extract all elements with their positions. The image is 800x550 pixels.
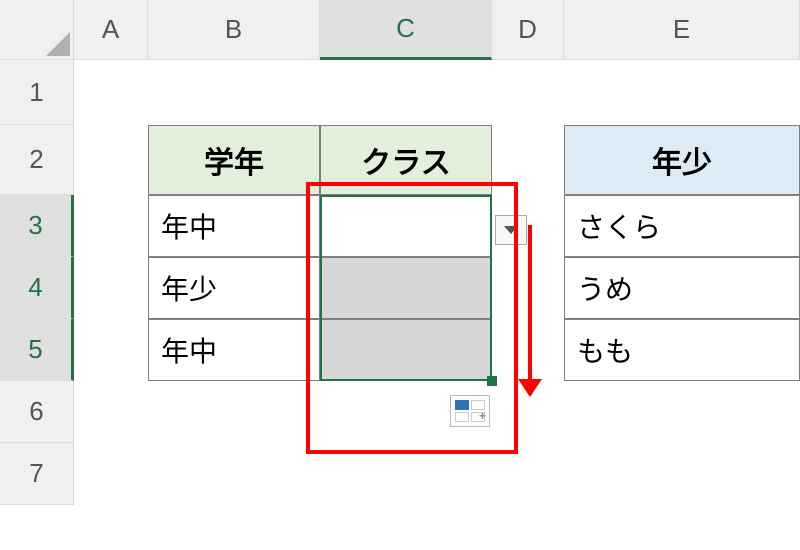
cell-B4[interactable]: 年少 <box>148 257 320 319</box>
cell-D4[interactable] <box>492 257 564 319</box>
autofill-options-button[interactable]: + <box>450 395 490 427</box>
cell-E1[interactable] <box>564 60 800 125</box>
cell-A1[interactable] <box>74 60 148 125</box>
cell-D6[interactable] <box>492 381 564 443</box>
row-header-5[interactable]: 5 <box>0 319 74 381</box>
cell-E6[interactable] <box>564 381 800 443</box>
cell-A4[interactable] <box>74 257 148 319</box>
cell-C3[interactable] <box>320 195 492 257</box>
cell-E5[interactable]: もも <box>564 319 800 381</box>
select-all-corner[interactable] <box>0 0 74 60</box>
cell-C7[interactable] <box>320 443 492 505</box>
row-header-1[interactable]: 1 <box>0 60 74 125</box>
cell-E3[interactable]: さくら <box>564 195 800 257</box>
cell-D5[interactable] <box>492 319 564 381</box>
col-header-A[interactable]: A <box>74 0 148 60</box>
cell-E7[interactable] <box>564 443 800 505</box>
table-header-class[interactable]: クラス <box>320 125 492 195</box>
cell-B6[interactable] <box>148 381 320 443</box>
cell-C1[interactable] <box>320 60 492 125</box>
cell-D2[interactable] <box>492 125 564 195</box>
cell-B1[interactable] <box>148 60 320 125</box>
cell-D1[interactable] <box>492 60 564 125</box>
table-header-youngest[interactable]: 年少 <box>564 125 800 195</box>
cell-A2[interactable] <box>74 125 148 195</box>
row-header-2[interactable]: 2 <box>0 125 74 195</box>
cell-A6[interactable] <box>74 381 148 443</box>
cell-C4[interactable] <box>320 257 492 319</box>
cell-E4[interactable]: うめ <box>564 257 800 319</box>
fill-handle[interactable] <box>487 376 497 386</box>
table-header-grade[interactable]: 学年 <box>148 125 320 195</box>
col-header-E[interactable]: E <box>564 0 800 60</box>
cell-B5[interactable]: 年中 <box>148 319 320 381</box>
spreadsheet-grid: A B C D E 1 2 学年 クラス 年少 3 年中 さくら 4 年少 うめ… <box>0 0 800 505</box>
col-header-C[interactable]: C <box>320 0 492 60</box>
cell-A5[interactable] <box>74 319 148 381</box>
cell-C5[interactable] <box>320 319 492 381</box>
cell-B7[interactable] <box>148 443 320 505</box>
cell-D7[interactable] <box>492 443 564 505</box>
cell-A3[interactable] <box>74 195 148 257</box>
row-header-4[interactable]: 4 <box>0 257 74 319</box>
data-validation-dropdown[interactable] <box>495 215 527 245</box>
cell-A7[interactable] <box>74 443 148 505</box>
row-header-7[interactable]: 7 <box>0 443 74 505</box>
row-header-6[interactable]: 6 <box>0 381 74 443</box>
col-header-D[interactable]: D <box>492 0 564 60</box>
col-header-B[interactable]: B <box>148 0 320 60</box>
row-header-3[interactable]: 3 <box>0 195 74 257</box>
cell-B3[interactable]: 年中 <box>148 195 320 257</box>
